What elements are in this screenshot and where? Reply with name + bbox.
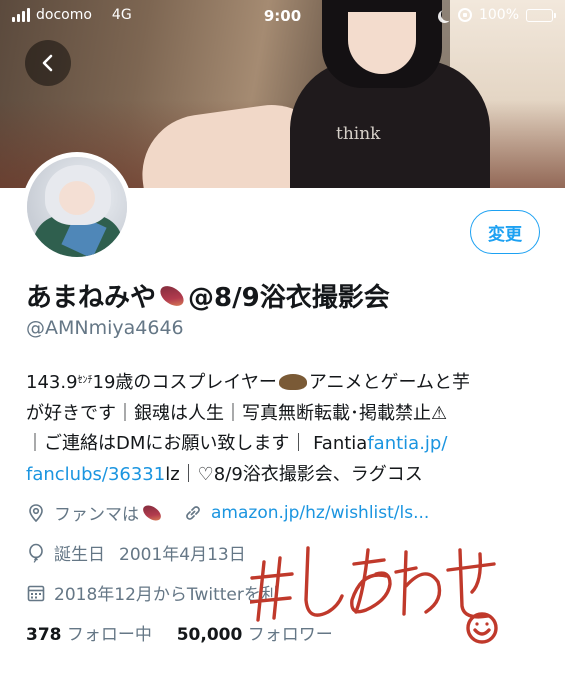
bio-event-text: lz｜♡8/9浴衣撮影会、ラグコス [165, 463, 423, 485]
status-bar: docomo 4G 9:00 100% [0, 0, 565, 34]
sweet-potato-emoji-icon [156, 281, 188, 310]
profile-bio: 143.9ｾﾝﾁ19歳のコスプレイヤー アニメとゲームと芋 が好きです｜銀魂は人生… [26, 366, 551, 490]
banner-shirt-print: think [336, 124, 381, 144]
profile-joined-row: 2018年12月からTwitterを利 [26, 580, 278, 605]
bio-age-text: 19歳のコスプレイヤー [92, 372, 277, 393]
fantia-link[interactable]: fantia.jp/ [367, 433, 447, 454]
calendar-icon [27, 585, 45, 601]
profile-location-website-row: ファンマは amazon.jp/hz/wishlist/ls... [26, 500, 429, 525]
chevron-left-icon [42, 54, 53, 72]
followers-count: 50,000 [176, 625, 243, 645]
battery-percent: 100% [478, 7, 519, 23]
bio-height: 143.9 [26, 372, 78, 393]
joined-date: 2018年12月からTwitterを利 [54, 585, 278, 605]
bio-contact-text: ｜ご連絡はDMにお願い致します｜ Fantia [26, 433, 368, 454]
profile-birthday-row: 誕生日 2001年4月13日 [26, 540, 246, 565]
avatar-face [59, 181, 95, 215]
balloon-icon [29, 543, 43, 563]
status-right: 100% [438, 7, 556, 23]
bio-height-unit: ｾﾝﾁ [77, 375, 93, 386]
edit-profile-button[interactable]: 変更 [470, 210, 540, 254]
handwritten-shiawase-stamp [250, 546, 498, 644]
fantia-link-continued[interactable]: fanclubs/36331 [26, 464, 165, 485]
bio-line-2: が好きです｜銀魂は人生｜写真無断転載･掲載禁止⚠ [26, 402, 448, 424]
following-label: フォロー中 [66, 625, 152, 645]
sweet-potato-emoji-icon [140, 501, 164, 524]
display-name-suffix: @8/9浴衣撮影会 [188, 283, 390, 313]
birthday-date: 2001年4月13日 [119, 545, 246, 565]
back-button[interactable] [25, 40, 71, 86]
user-handle: @AMNmiya4646 [26, 317, 184, 339]
birthday-label: 誕生日 [54, 545, 105, 565]
following-stat[interactable]: 378 フォロー中 [26, 625, 152, 645]
bio-likes-text: アニメとゲームと芋 [308, 372, 471, 393]
link-icon [186, 505, 200, 520]
bio-line-4: fanclubs/36331lz｜♡8/9浴衣撮影会、ラグコス [26, 460, 551, 491]
display-name-text: あまねみや [26, 283, 157, 313]
battery-icon [526, 8, 556, 22]
moon-icon [441, 8, 454, 21]
following-count: 378 [26, 625, 62, 645]
bio-line-1: 143.9ｾﾝﾁ19歳のコスプレイヤー アニメとゲームと芋 [26, 366, 551, 399]
bio-line-3: ｜ご連絡はDMにお願い致します｜ Fantiafantia.jp/ [26, 429, 551, 460]
display-name: あまねみや @8/9浴衣撮影会 [26, 277, 390, 314]
location-text: ファンマは [54, 505, 139, 525]
website-link[interactable]: amazon.jp/hz/wishlist/ls... [211, 503, 429, 523]
orientation-lock-icon [457, 8, 472, 22]
hedgehog-emoji-icon [278, 374, 307, 390]
location-pin-icon [29, 503, 43, 522]
avatar[interactable] [22, 152, 132, 262]
